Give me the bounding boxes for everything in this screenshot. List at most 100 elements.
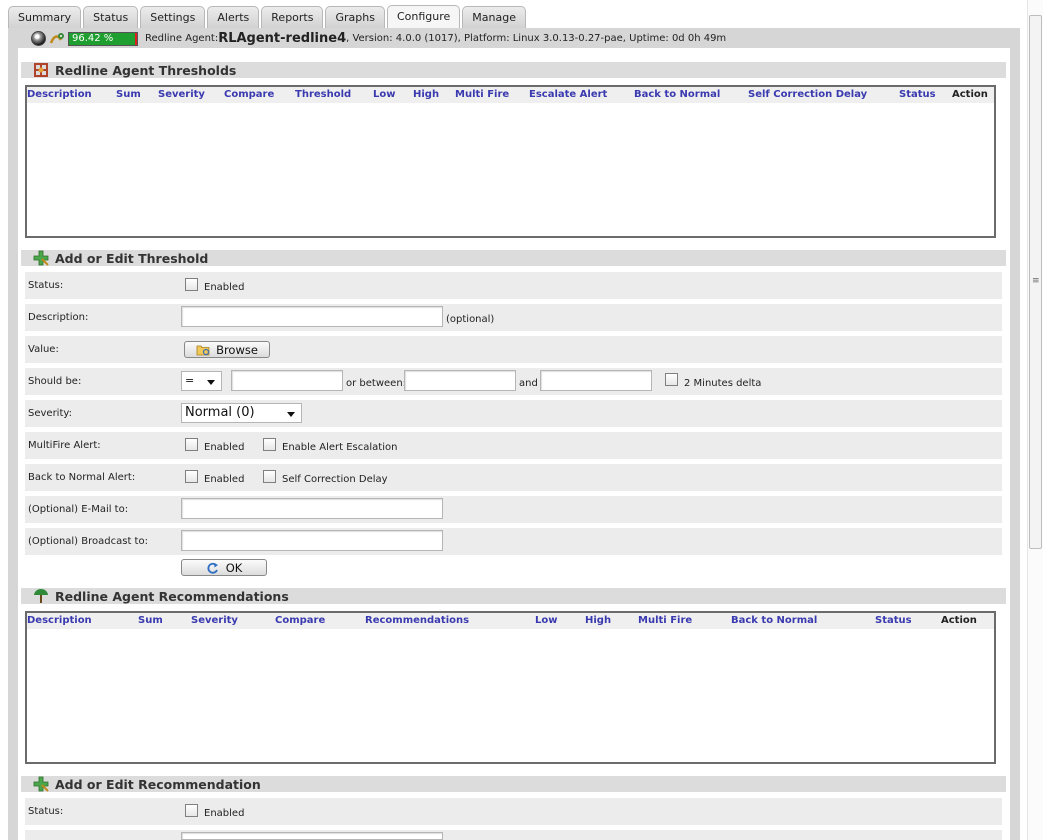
recommendation-status-label: Status: [28,806,64,817]
broadcast-row: (Optional) Broadcast to: [25,528,1002,555]
col-multi-fire[interactable]: Multi Fire [455,89,509,100]
thresholds-icon [34,63,48,77]
tab-status[interactable]: Status [83,6,139,28]
and-label: and [519,378,538,389]
col-threshold[interactable]: Threshold [295,89,351,100]
col-escalate-alert[interactable]: Escalate Alert [529,89,607,100]
recommendation-status-row: Status: Enabled [25,798,1002,825]
recommendations-icon [34,589,48,603]
back-to-normal-enabled-checkbox[interactable] [185,470,198,483]
escalation-label: Enable Alert Escalation [282,442,398,453]
rcol-action: Action [941,615,977,626]
description-label: Description: [28,312,89,323]
description-input[interactable] [181,306,443,327]
agent-details: , Version: 4.0.0 (1017), Platform: Linux… [346,33,727,44]
rcol-status[interactable]: Status [875,615,912,626]
should-be-row: Should be: = or between: and 2 Minutes d… [25,368,1002,395]
rcol-back-to-normal[interactable]: Back to Normal [731,615,817,626]
status-label: Status: [28,280,64,291]
rcol-description[interactable]: Description [27,615,92,626]
tab-bar: Summary Status Settings Alerts Reports G… [8,5,528,28]
threshold-value-input[interactable] [231,370,343,391]
col-compare[interactable]: Compare [224,89,274,100]
add-edit-icon [33,776,49,792]
recommendation-form-title: Add or Edit Recommendation [55,776,261,792]
chevron-down-icon [207,380,215,385]
col-action: Action [952,89,988,100]
col-description[interactable]: Description [27,89,92,100]
tab-alerts[interactable]: Alerts [207,6,260,28]
multifire-enabled-checkbox[interactable] [185,438,198,451]
col-severity[interactable]: Severity [158,89,205,100]
escalation-checkbox[interactable] [263,438,276,451]
tab-summary[interactable]: Summary [8,6,82,28]
back-to-normal-label: Back to Normal Alert: [28,472,136,483]
recommendation-enabled-checkbox[interactable] [185,804,198,817]
agent-status-icon[interactable] [31,31,46,46]
threshold-form-title: Add or Edit Threshold [55,250,209,266]
rcol-recommendations[interactable]: Recommendations [365,615,469,626]
folder-icon [196,345,210,355]
rcol-multi-fire[interactable]: Multi Fire [638,615,692,626]
status-row: Status: Enabled [25,272,1002,299]
rcol-low[interactable]: Low [535,615,557,626]
tab-manage[interactable]: Manage [462,6,526,28]
ok-label: OK [225,560,243,575]
status-enabled-checkbox[interactable] [185,278,198,291]
tab-reports[interactable]: Reports [261,6,324,28]
recommendation-form-header: Add or Edit Recommendation [21,776,1006,792]
delta-label: 2 Minutes delta [684,378,762,389]
broadcast-input[interactable] [181,530,443,551]
multifire-row: MultiFire Alert: Enabled Enable Alert Es… [25,432,1002,459]
compare-select[interactable]: = [181,371,222,391]
browse-button[interactable]: Browse [184,341,270,358]
high-value-input[interactable] [540,370,652,391]
description-row: Description: (optional) [25,304,1002,331]
self-correction-checkbox[interactable] [263,470,276,483]
col-high[interactable]: High [413,89,439,100]
email-label: (Optional) E-Mail to: [28,504,129,515]
health-percent: 96.42 % [72,32,114,44]
severity-select[interactable]: Normal (0) [181,403,302,423]
threshold-form-header: Add or Edit Threshold [21,250,1006,266]
thresholds-title: Redline Agent Thresholds [55,62,237,78]
tab-graphs[interactable]: Graphs [325,6,385,28]
should-be-label: Should be: [28,376,82,387]
recommendations-table-header: Description Sum Severity Compare Recomme… [27,613,994,629]
col-sum[interactable]: Sum [116,89,141,100]
severity-label: Severity: [28,408,72,419]
thresholds-table: Description Sum Severity Compare Thresho… [25,85,996,238]
rcol-high[interactable]: High [585,615,611,626]
rcol-sum[interactable]: Sum [138,615,163,626]
recommendation-description-row [25,830,1002,840]
recommendation-description-input[interactable] [181,832,443,840]
severity-select-value: Normal (0) [185,405,255,420]
col-status[interactable]: Status [899,89,936,100]
compare-select-value: = [185,374,195,387]
col-back-to-normal[interactable]: Back to Normal [634,89,720,100]
delta-checkbox[interactable] [665,373,678,386]
add-edit-icon [33,250,49,266]
ok-button[interactable]: OK [181,559,267,576]
tab-configure[interactable]: Configure [386,5,461,28]
back-to-normal-row: Back to Normal Alert: Enabled Self Corre… [25,464,1002,491]
agent-link-icon[interactable] [48,31,66,47]
or-between-label: or between: [346,378,407,389]
low-value-input[interactable] [404,370,516,391]
broadcast-label: (Optional) Broadcast to: [28,536,148,547]
recommendations-table: Description Sum Severity Compare Recomme… [25,611,996,764]
status-enabled-label: Enabled [204,282,245,293]
tab-settings[interactable]: Settings [140,6,206,28]
agent-prefix: Redline Agent: [145,33,219,44]
refresh-icon [207,562,218,574]
value-row: Value: Browse [25,336,1002,363]
rcol-severity[interactable]: Severity [191,615,238,626]
recommendations-header: Redline Agent Recommendations [21,588,1006,604]
browse-label: Browse [216,342,258,357]
health-meter: 96.42 % [68,31,138,46]
col-self-correction-delay[interactable]: Self Correction Delay [748,89,867,100]
agent-name: RLAgent-redline4 [218,31,347,46]
email-input[interactable] [181,498,443,519]
col-low[interactable]: Low [373,89,395,100]
rcol-compare[interactable]: Compare [275,615,325,626]
